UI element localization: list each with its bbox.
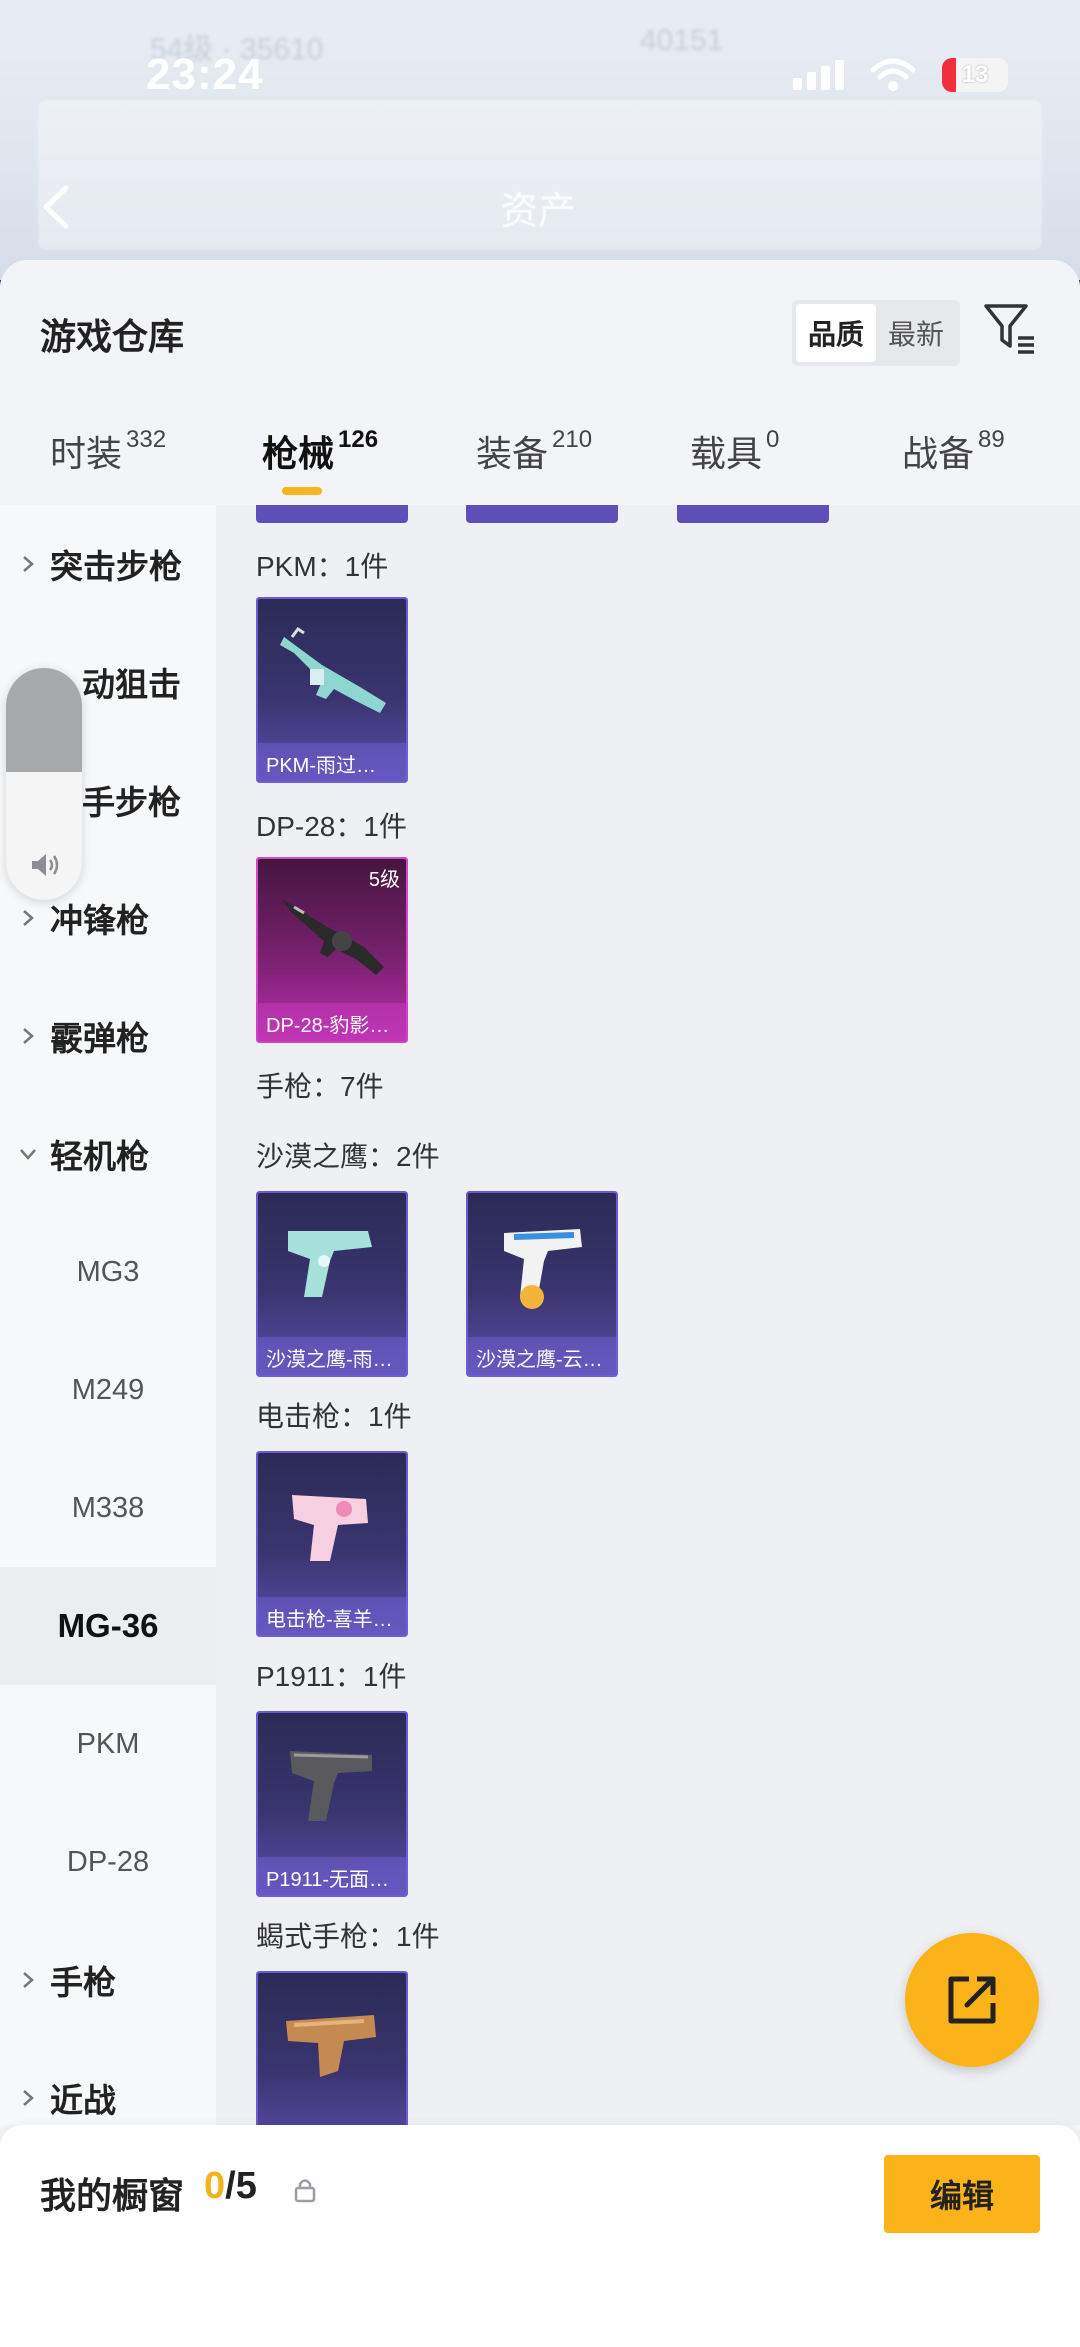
weapon-skin-list: PKM：1件 PKM-雨过… DP-28：1件 5级 DP-28-豹影… 手枪：… — [216, 505, 1080, 2125]
ghost-score-text: 40151 — [640, 24, 724, 57]
speaker-icon — [32, 854, 59, 876]
skin-card-deagle-cloud[interactable]: 沙漠之鹰-云… — [466, 1191, 618, 1377]
card-partial[interactable] — [466, 505, 618, 523]
section-label-pistol: 手枪：7件 — [256, 1071, 384, 1102]
chevron-right-icon — [23, 556, 34, 572]
section-label-p1911: P1911：1件 — [256, 1661, 407, 1692]
skin-card-pkm[interactable]: PKM-雨过… — [256, 597, 408, 783]
section-label-desert-eagle: 沙漠之鹰：2件 — [256, 1141, 440, 1172]
sort-toggle: 品质 最新 — [792, 300, 960, 366]
status-icons: 13 — [793, 58, 1008, 92]
status-time: 23:24 — [146, 50, 264, 99]
taser-skin-image — [292, 1495, 368, 1561]
chevron-right-icon — [23, 1972, 34, 1988]
section-label-scorpion: 蝎式手枪：1件 — [256, 1921, 440, 1952]
active-tab-indicator — [282, 487, 322, 495]
skin-card-deagle-rain[interactable]: 沙漠之鹰-雨… — [256, 1191, 408, 1377]
volume-slider[interactable] — [6, 668, 82, 900]
warehouse-sheet: 游戏仓库 品质 最新 时装 332 枪械 126 装备 210 载具 0 战备 … — [0, 260, 1080, 2347]
share-icon — [948, 1976, 996, 2024]
nav-pistol[interactable]: 手枪 — [0, 1921, 216, 2039]
battery-icon: 13 — [942, 58, 1008, 92]
sheet-header: 游戏仓库 品质 最新 时装 332 枪械 126 装备 210 载具 0 战备 … — [0, 260, 1080, 505]
nav-lmg[interactable]: 轻机枪 — [0, 1095, 216, 1213]
chevron-down-icon — [20, 1149, 36, 1160]
card-partial[interactable] — [677, 505, 829, 523]
nav-sub-m338[interactable]: M338 — [0, 1449, 216, 1567]
sort-newest-button[interactable]: 最新 — [876, 304, 956, 362]
skin-card-dp28[interactable]: 5级 DP-28-豹影… — [256, 857, 408, 1043]
pistol-skin-image — [504, 1229, 582, 1309]
skin-card-taser[interactable]: 电击枪-喜羊… — [256, 1451, 408, 1637]
share-button[interactable] — [905, 1933, 1039, 2067]
nav-sub-dp28[interactable]: DP-28 — [0, 1803, 216, 1921]
section-label-dp28: DP-28：1件 — [256, 811, 407, 842]
sheet-title: 游戏仓库 — [40, 316, 185, 357]
showcase-count: 0/5 — [204, 2165, 257, 2207]
pistol-skin-image — [286, 2015, 376, 2077]
nav-sub-m249[interactable]: M249 — [0, 1331, 216, 1449]
chevron-right-icon — [23, 910, 34, 926]
section-label-pkm: PKM：1件 — [256, 551, 389, 582]
pistol-skin-image — [290, 1751, 372, 1821]
signal-icon — [793, 60, 844, 90]
skin-card-p1911[interactable]: P1911-无面… — [256, 1711, 408, 1897]
nav-sub-mg36[interactable]: MG-36 — [0, 1567, 216, 1685]
volume-level — [6, 668, 82, 772]
tab-equipment[interactable]: 装备 210 — [476, 425, 592, 477]
nav-melee[interactable]: 近战 — [0, 2039, 216, 2125]
lmg-skin-image — [280, 626, 386, 713]
chevron-right-icon — [23, 2090, 34, 2106]
back-arrow-icon[interactable] — [36, 182, 76, 232]
asset-label: 资产 — [500, 191, 577, 233]
section-label-taser: 电击枪：1件 — [256, 1401, 412, 1432]
background-game-stats: 54级 · 35610 40151 23:24 13 资产 — [0, 0, 1080, 280]
skin-card-scorpion[interactable] — [256, 1971, 408, 2125]
nav-assault-rifle[interactable]: 突击步枪 — [0, 505, 216, 623]
chevron-right-icon — [23, 1028, 34, 1044]
nav-sub-pkm[interactable]: PKM — [0, 1685, 216, 1803]
filter-icon[interactable] — [982, 300, 1038, 356]
showcase-bar: 我的橱窗 0/5 编辑 — [0, 2125, 1080, 2347]
edit-button[interactable]: 编辑 — [884, 2155, 1040, 2233]
pistol-skin-image — [288, 1231, 372, 1297]
category-tabs: 时装 332 枪械 126 装备 210 载具 0 战备 89 — [0, 425, 1080, 505]
tab-vehicles[interactable]: 载具 0 — [690, 425, 779, 477]
nav-sub-mg3[interactable]: MG3 — [0, 1213, 216, 1331]
tab-gear[interactable]: 战备 89 — [902, 425, 1005, 477]
showcase-title: 我的橱窗 — [40, 2175, 185, 2216]
lmg-skin-image — [282, 899, 384, 975]
tab-guns[interactable]: 枪械 126 — [262, 425, 378, 495]
sort-quality-button[interactable]: 品质 — [796, 304, 876, 362]
nav-shotgun[interactable]: 霰弹枪 — [0, 977, 216, 1095]
wifi-icon — [870, 58, 916, 91]
card-partial[interactable] — [256, 505, 408, 523]
tab-fashion[interactable]: 时装 332 — [50, 425, 166, 477]
lock-icon — [294, 2179, 316, 2203]
